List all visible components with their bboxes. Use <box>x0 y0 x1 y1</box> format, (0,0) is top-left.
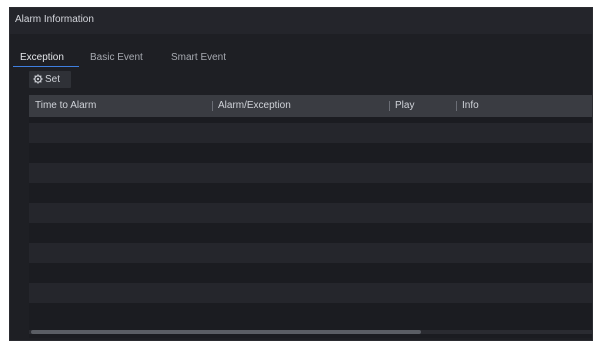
set-button-label: Set <box>45 74 61 85</box>
table-row <box>29 283 592 303</box>
scrollbar-thumb[interactable] <box>31 330 421 334</box>
column-separator[interactable] <box>389 101 390 111</box>
column-header-alarm-exception[interactable]: Alarm/Exception <box>218 100 291 111</box>
tab-bar: Exception Basic Event Smart Event <box>10 46 592 68</box>
table-row <box>29 243 592 263</box>
table-row <box>29 263 592 283</box>
alarm-information-window: Alarm Information Exception Basic Event … <box>9 7 593 341</box>
window-title: Alarm Information <box>15 14 94 25</box>
tab-basic-event[interactable]: Basic Event <box>90 52 143 63</box>
tab-smart-event[interactable]: Smart Event <box>171 52 226 63</box>
column-separator[interactable] <box>212 101 213 111</box>
active-tab-indicator <box>13 66 79 67</box>
gear-icon <box>33 74 43 84</box>
table-header: Time to Alarm Alarm/Exception Play Info <box>29 95 592 117</box>
table-row <box>29 123 592 143</box>
column-header-time-to-alarm[interactable]: Time to Alarm <box>35 100 96 111</box>
table-row <box>29 303 592 323</box>
tab-exception[interactable]: Exception <box>20 52 64 63</box>
table-row <box>29 223 592 243</box>
table-row <box>29 163 592 183</box>
table-row <box>29 143 592 163</box>
horizontal-scrollbar[interactable] <box>29 330 592 334</box>
column-separator[interactable] <box>456 101 457 111</box>
alarm-table: Time to Alarm Alarm/Exception Play Info <box>29 95 592 338</box>
column-header-info[interactable]: Info <box>462 100 479 111</box>
table-row <box>29 183 592 203</box>
title-bar: Alarm Information <box>10 8 592 34</box>
column-header-play[interactable]: Play <box>395 100 414 111</box>
set-button[interactable]: Set <box>29 71 71 88</box>
table-row <box>29 203 592 223</box>
